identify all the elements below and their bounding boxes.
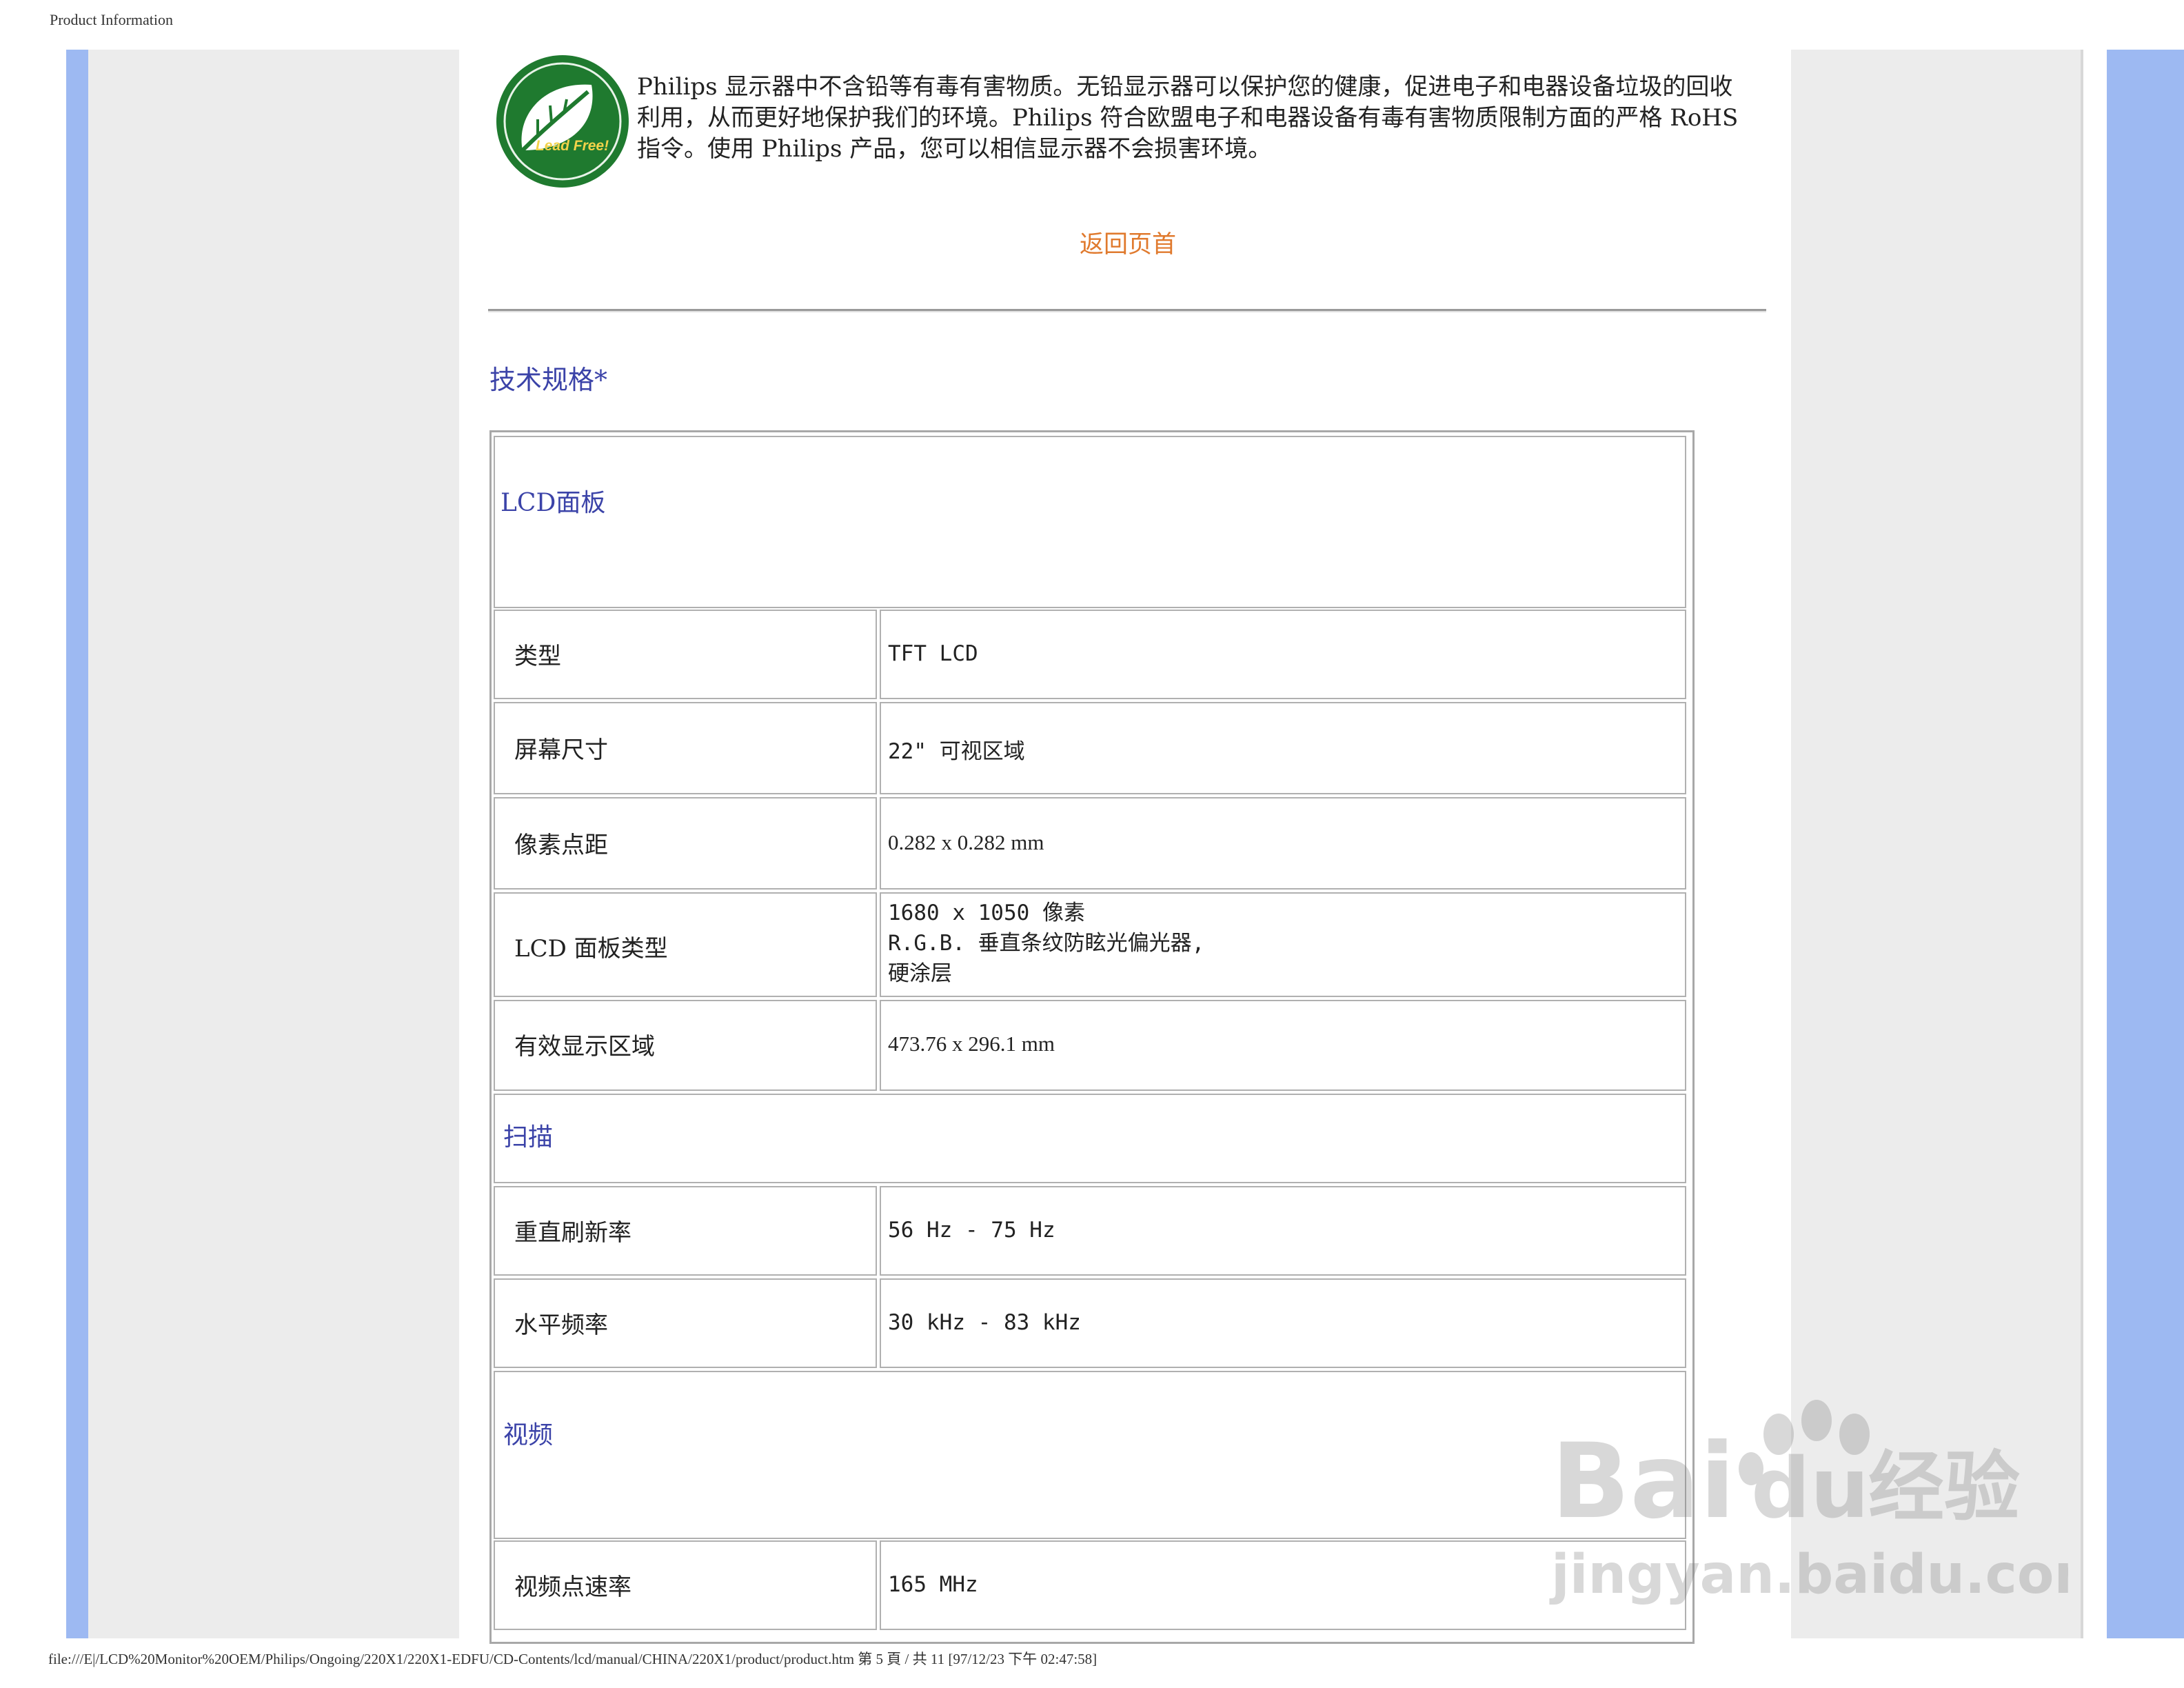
spec-value-panel-type: 1680 x 1050 像素 R.G.B. 垂直条纹防眩光偏光器, 硬涂层 [888, 898, 1204, 989]
panel-type-line: 1680 x 1050 像素 [888, 901, 1085, 925]
spec-label-display-area: 有效显示区域 [514, 1033, 655, 1061]
footer-file-path: file:///E|/LCD%20Monitor%20OEM/Philips/O… [48, 1651, 1098, 1667]
spec-value-vertical-refresh: 56 Hz - 75 Hz [888, 1218, 1055, 1243]
lead-free-logo: Lead Free! [496, 55, 629, 188]
spec-value-pixel-pitch: 0.282 x 0.282 mm [888, 830, 1044, 854]
watermark-brand: Bai [1551, 1422, 1735, 1542]
spec-row-value: 0.282 x 0.282 mm [880, 797, 1686, 890]
section-title-lcd: LCD面板 [501, 489, 606, 517]
spec-row-value: 473.76 x 296.1 mm [880, 1000, 1686, 1091]
spec-row-value: 56 Hz - 75 Hz [880, 1186, 1686, 1276]
spec-row-label: 像素点距 [494, 797, 877, 890]
panel-type-line: 硬涂层 [888, 961, 952, 986]
left-blue-band [66, 50, 88, 1638]
section-row-lcd: LCD面板 [494, 436, 1686, 608]
section-title-video: 视频 [503, 1421, 554, 1449]
spec-row-label: 屏幕尺寸 [494, 702, 877, 794]
watermark-brand-cn: 经验 [1868, 1443, 2020, 1531]
spec-row-label: 水平频率 [494, 1278, 877, 1368]
spec-label-pixel-pitch: 像素点距 [514, 832, 608, 859]
spec-value-display-area: 473.76 x 296.1 mm [888, 1032, 1055, 1056]
back-to-top-link[interactable]: 返回页首 [1080, 225, 1176, 260]
page-header-title: Product Information [50, 11, 174, 28]
spec-row-value: 30 kHz - 83 kHz [880, 1278, 1686, 1368]
spec-label-panel-type: LCD 面板类型 [514, 935, 668, 963]
spec-value-horizontal-freq: 30 kHz - 83 kHz [888, 1310, 1081, 1335]
spec-row-value: 22" 可视区域 [880, 702, 1686, 794]
right-blue-band [2107, 50, 2184, 1638]
right-divider-line [2081, 50, 2083, 1638]
section-row-video: 视频 [494, 1371, 1686, 1539]
left-gray-margin [88, 50, 459, 1638]
baidu-watermark: Bai du 经验 jingyan.baidu.com [1549, 1400, 2068, 1606]
spec-title: 技术规格* [489, 365, 608, 395]
horizontal-rule [488, 309, 1766, 312]
spec-label-type: 类型 [514, 643, 561, 670]
spec-label-horizontal-freq: 水平频率 [514, 1312, 608, 1339]
section-title-scan: 扫描 [503, 1123, 554, 1152]
spec-row-label: 有效显示区域 [494, 1000, 877, 1091]
spec-row-label: 重直刷新率 [494, 1186, 877, 1276]
logo-text: Lead Free! [536, 138, 609, 154]
spec-row-value: 1680 x 1050 像素 R.G.B. 垂直条纹防眩光偏光器, 硬涂层 [880, 892, 1686, 997]
spec-row-label: 视频点速率 [494, 1540, 877, 1630]
spec-value-type: TFT LCD [888, 641, 978, 666]
watermark-url: jingyan.baidu.com [1549, 1544, 2068, 1606]
spec-value-screen-size: 22" 可视区域 [888, 739, 1025, 764]
spec-label-vertical-refresh: 重直刷新率 [514, 1219, 631, 1247]
spec-label-pixel-clock: 视频点速率 [514, 1574, 631, 1601]
spec-row-label: 类型 [494, 610, 877, 699]
panel-type-line: R.G.B. 垂直条纹防眩光偏光器, [888, 931, 1205, 956]
spec-label-screen-size: 屏幕尺寸 [514, 736, 608, 764]
watermark-brand-suffix: du [1751, 1441, 1869, 1537]
spec-row-label: LCD 面板类型 [494, 892, 877, 997]
lead-free-description: Philips 显示器中不含铅等有毒有害物质。无铅显示器可以保护您的健康，促进电… [637, 73, 1739, 163]
section-row-scan: 扫描 [494, 1094, 1686, 1183]
spec-row-value: TFT LCD [880, 610, 1686, 699]
spec-value-pixel-clock: 165 MHz [888, 1572, 978, 1597]
